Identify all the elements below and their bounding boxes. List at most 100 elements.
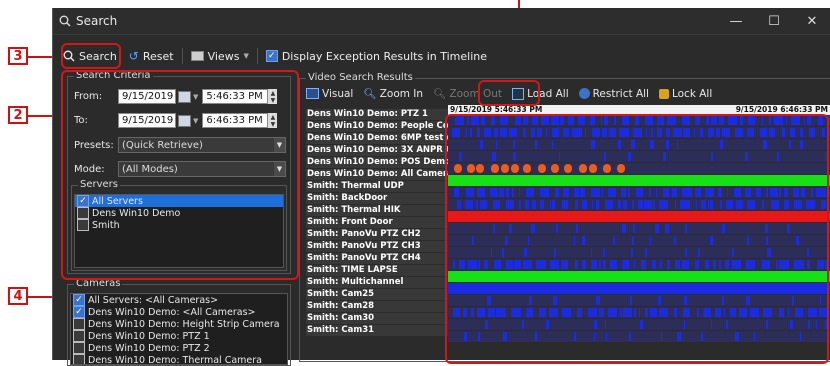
search-button[interactable]: Search [59, 48, 121, 65]
camera-item[interactable]: Dens Win10 Demo: PTZ 1 [71, 330, 287, 342]
timeline-row[interactable] [448, 223, 830, 235]
motion-segment [759, 128, 768, 137]
camera-item-label: Dens Win10 Demo: PTZ 2 [88, 342, 210, 354]
motion-segment [591, 140, 596, 149]
to-row: To: 9/15/2019 ▼ 6:46:33 PM ▲ ▼ [74, 113, 278, 128]
reset-button[interactable]: ↺ Reset [125, 47, 178, 65]
lock-all-button[interactable]: Lock All [658, 88, 712, 100]
motion-segment [634, 116, 640, 125]
timeline-row[interactable] [448, 307, 830, 319]
zoom-in-icon: 🔍︎ [363, 88, 377, 100]
load-all-button[interactable]: Load All [512, 87, 569, 100]
to-date-input[interactable]: 9/15/2019 [118, 113, 176, 128]
timeline-row[interactable] [448, 175, 830, 187]
motion-segment [699, 128, 703, 137]
minimize-button[interactable]: — [717, 14, 755, 29]
presets-select[interactable]: (Quick Retrieve) ▼ [118, 137, 286, 153]
timeline-row[interactable] [448, 271, 830, 283]
motion-segment [617, 200, 622, 209]
motion-segment [454, 164, 463, 173]
server-item-dens[interactable]: Dens Win10 Demo [75, 207, 283, 219]
motion-segment [610, 260, 617, 269]
motion-segment [763, 308, 772, 317]
motion-segment [527, 236, 530, 245]
motion-segment [639, 320, 643, 329]
to-time-spinner[interactable]: ▲ ▼ [268, 113, 278, 128]
motion-segment [799, 128, 804, 137]
timeline-area[interactable] [448, 115, 830, 343]
from-time-spinner[interactable]: ▲ ▼ [268, 89, 278, 104]
from-date-value: 9/15/2019 [122, 91, 174, 102]
motion-segment [713, 260, 717, 269]
from-date-input[interactable]: 9/15/2019 [118, 89, 176, 104]
timeline-row[interactable] [448, 247, 830, 259]
timeline-row[interactable] [448, 163, 830, 175]
motion-segment [604, 320, 606, 329]
timeline-row[interactable] [448, 259, 830, 271]
timeline-row[interactable] [448, 115, 830, 127]
server-item-label: All Servers [92, 195, 143, 207]
motion-segment [700, 332, 704, 341]
motion-segment [574, 200, 578, 209]
views-dropdown[interactable]: Views ▼ [187, 48, 253, 65]
camera-item[interactable]: Dens Win10 Demo: PTZ 2 [71, 342, 287, 354]
motion-segment [591, 260, 597, 269]
motion-segment [819, 296, 821, 305]
chevron-down-icon[interactable]: ▼ [193, 93, 198, 101]
timeline-row[interactable] [448, 127, 830, 139]
maximize-button[interactable]: ☐ [755, 14, 793, 29]
timeline-row[interactable] [448, 295, 830, 307]
motion-segment [582, 260, 586, 269]
restrict-all-button[interactable]: Restrict All [578, 88, 649, 100]
motion-segment [685, 248, 687, 257]
motion-segment [789, 320, 793, 329]
motion-segment [477, 128, 481, 137]
timeline-row[interactable] [448, 331, 830, 343]
calendar-icon[interactable] [178, 114, 191, 127]
timeline-row[interactable] [448, 211, 830, 223]
motion-segment [784, 200, 790, 209]
motion-segment [723, 308, 726, 317]
motion-segment [536, 128, 543, 137]
mode-select[interactable]: (All Modes) ▼ [118, 161, 286, 177]
motion-segment [561, 308, 571, 317]
close-button[interactable]: ✕ [793, 14, 830, 29]
camera-item[interactable]: ✓ Dens Win10 Demo: <All Cameras> [71, 306, 287, 318]
motion-segment [560, 116, 565, 125]
motion-segment [776, 260, 779, 269]
server-item-all[interactable]: ✓ All Servers [75, 195, 283, 207]
motion-segment [722, 128, 731, 137]
timeline-row[interactable] [448, 187, 830, 199]
timeline-row[interactable] [448, 283, 830, 295]
motion-segment [493, 260, 501, 269]
motion-segment [467, 164, 476, 173]
timeline-row[interactable] [448, 319, 830, 331]
motion-segment [779, 188, 782, 197]
motion-segment [534, 332, 538, 341]
timeline-row[interactable] [448, 235, 830, 247]
to-time-input[interactable]: 6:46:33 PM [202, 113, 269, 128]
display-exception-checkbox[interactable]: ✓ Display Exception Results in Timeline [262, 48, 491, 65]
search-button-label: Search [79, 49, 117, 63]
zoom-out-button[interactable]: 🔍︎ Zoom Out [433, 87, 502, 101]
motion-segment [756, 188, 762, 197]
camera-item[interactable]: Dens Win10 Demo: Height Strip Camera [71, 318, 287, 330]
from-time-input[interactable]: 5:46:33 PM [202, 89, 269, 104]
server-item-smith[interactable]: Smith [75, 219, 283, 231]
motion-segment [633, 224, 636, 233]
camera-item[interactable]: ✓ All Servers: <All Cameras> [71, 294, 287, 306]
zoom-in-button[interactable]: 🔍︎ Zoom In [363, 87, 423, 101]
motion-segment [724, 260, 729, 269]
timeline-row[interactable] [448, 199, 830, 211]
chevron-down-icon[interactable]: ▼ [193, 117, 198, 125]
motion-segment [633, 128, 642, 137]
calendar-icon[interactable] [178, 90, 191, 103]
mode-label: Mode: [74, 163, 105, 175]
motion-segment [726, 188, 728, 197]
motion-segment [786, 224, 791, 233]
motion-segment [726, 200, 734, 209]
timeline-row[interactable] [448, 139, 830, 151]
timeline-row[interactable] [448, 151, 830, 163]
motion-segment [665, 140, 670, 149]
visual-button[interactable]: Visual [306, 88, 353, 100]
